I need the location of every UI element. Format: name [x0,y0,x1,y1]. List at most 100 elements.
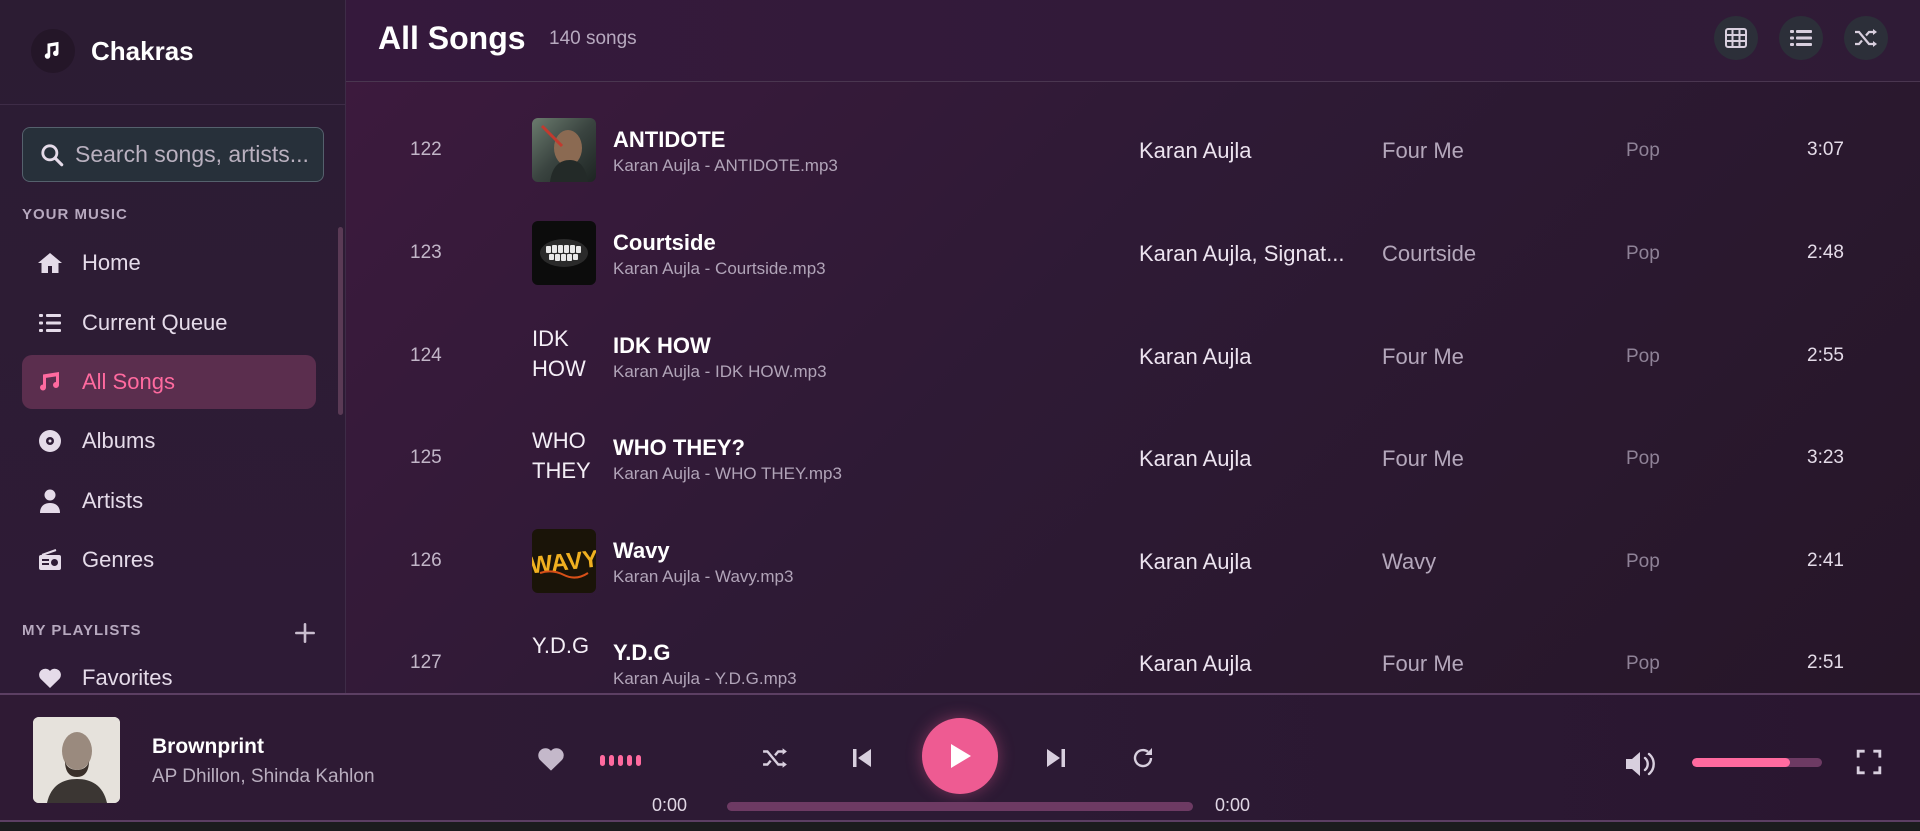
volume-icon[interactable] [1624,749,1658,779]
page-title: All Songs [378,20,526,56]
track-number: 127 [410,652,442,673]
song-artist[interactable]: Karan Aujla [1139,446,1252,472]
sidebar-item-current-queue[interactable]: Current Queue [22,296,316,350]
song-album[interactable]: Four Me [1382,446,1464,472]
song-artist[interactable]: Karan Aujla [1139,344,1252,370]
now-playing-art [33,717,120,803]
brand[interactable]: Chakras [31,29,194,73]
album-art-alt-text: IDK HOW [532,326,586,381]
current-time: 0:00 [652,795,688,815]
song-duration: 2:41 [1807,550,1844,571]
song-artist[interactable]: Karan Aujla, Signat... [1139,241,1344,267]
song-duration: 2:51 [1807,652,1844,673]
search-box[interactable] [22,127,324,182]
play-button[interactable] [922,718,998,794]
volume-level [1692,758,1790,767]
next-button[interactable] [1039,741,1073,775]
song-album[interactable]: Courtside [1382,241,1476,267]
song-artist[interactable]: Karan Aujla [1139,549,1252,575]
user-icon [36,487,64,515]
add-playlist-icon[interactable] [292,620,318,646]
song-duration: 2:55 [1807,345,1844,366]
sidebar-item-label: Artists [82,488,144,513]
radio-icon [36,546,64,574]
play-icon [951,744,971,768]
song-row[interactable]: 122 ANTIDOTE Karan Aujla - ANTIDOTE.mp3 … [346,101,1920,204]
song-filename: Karan Aujla - ANTIDOTE.mp3 [613,156,838,175]
song-album[interactable]: Wavy [1382,549,1436,575]
taskbar-strip [0,822,1920,831]
song-count: 140 songs [549,28,637,49]
song-genre: Pop [1626,551,1660,572]
song-title: IDK HOW [613,333,711,358]
player-bar: Brownprint AP Dhillon, Shinda Kahlon 0:0… [0,693,1920,822]
main-content: All Songs 140 songs 122 ANTIDOTE Karan A… [346,0,1920,693]
song-duration: 3:23 [1807,447,1844,468]
sidebar-scrollbar[interactable] [338,227,343,415]
skip-forward-icon [1047,749,1065,767]
song-filename: Karan Aujla - Wavy.mp3 [613,567,794,586]
song-album[interactable]: Four Me [1382,651,1464,677]
song-row[interactable]: 126 WAVY Wavy Karan Aujla - Wavy.mp3 Kar… [346,512,1920,615]
song-filename: Karan Aujla - Courtside.mp3 [613,259,826,278]
progress-bar[interactable] [727,802,1193,811]
sidebar-item-all-songs[interactable]: All Songs [22,355,316,409]
album-art-alt-text: Y.D.G [532,633,590,658]
song-title: Wavy [613,538,670,563]
sidebar-item-albums[interactable]: Albums [22,414,316,468]
song-artist[interactable]: Karan Aujla [1139,138,1252,164]
audio-visualizer [600,755,641,766]
sidebar-item-label: Genres [82,547,155,572]
sidebar-item-home[interactable]: Home [22,236,316,290]
song-row[interactable]: 124 IDK HOW IDK HOW Karan Aujla - IDK HO… [346,307,1920,410]
divider [0,104,345,105]
list-view-button[interactable] [1779,16,1823,60]
broken-image-icon: IDK HOW [532,324,596,388]
shuffle-icon [1855,29,1877,47]
app-name: Chakras [91,35,194,66]
album-art [532,118,596,182]
sidebar-item-artists[interactable]: Artists [22,474,316,528]
song-genre: Pop [1626,243,1660,264]
volume-slider[interactable] [1692,758,1822,767]
song-row[interactable]: 127 Y.D.G Y.D.G Karan Aujla - Y.D.G.mp3 … [346,614,1920,693]
track-number: 124 [410,345,442,366]
playlist-item-favorites[interactable]: Favorites [22,651,316,693]
playlist-item-label: Favorites [82,665,173,690]
fullscreen-icon[interactable] [1856,749,1882,775]
shuffle-button[interactable] [1844,16,1888,60]
heart-icon[interactable] [537,746,565,772]
now-playing-artist[interactable]: AP Dhillon, Shinda Kahlon [152,766,375,788]
track-number: 123 [410,242,442,263]
track-number: 125 [410,447,442,468]
song-album[interactable]: Four Me [1382,344,1464,370]
song-duration: 3:07 [1807,139,1844,160]
song-artist[interactable]: Karan Aujla [1139,651,1252,677]
disc-icon [36,427,64,455]
page-header: All Songs 140 songs [346,0,1920,82]
album-art [532,221,596,285]
sidebar-item-label: All Songs [82,369,175,394]
previous-button[interactable] [845,741,879,775]
song-album[interactable]: Four Me [1382,138,1464,164]
search-input[interactable] [75,141,315,168]
grid-view-button[interactable] [1714,16,1758,60]
song-title: WHO THEY? [613,435,745,460]
song-filename: Karan Aujla - Y.D.G.mp3 [613,669,797,688]
now-playing-title: Brownprint [152,735,264,758]
song-title: ANTIDOTE [613,127,726,152]
song-row[interactable]: 125 WHO THEY WHO THEY? Karan Aujla - WHO… [346,409,1920,512]
list-icon [36,309,64,337]
song-duration: 2:48 [1807,242,1844,263]
song-filename: Karan Aujla - WHO THEY.mp3 [613,464,842,483]
sidebar-item-label: Home [82,250,141,275]
search-icon [41,143,64,166]
shuffle-button[interactable] [758,741,792,775]
grid-view-icon [1725,28,1747,48]
sidebar: Chakras YOUR MUSIC Home Current Queue Al… [0,0,346,693]
music-note-icon [36,368,64,396]
song-title: Y.D.G [613,640,671,665]
sidebar-item-genres[interactable]: Genres [22,533,316,587]
song-row[interactable]: 123 Courtside Karan Aujla - Courtside.mp… [346,204,1920,307]
repeat-button[interactable] [1126,741,1160,775]
